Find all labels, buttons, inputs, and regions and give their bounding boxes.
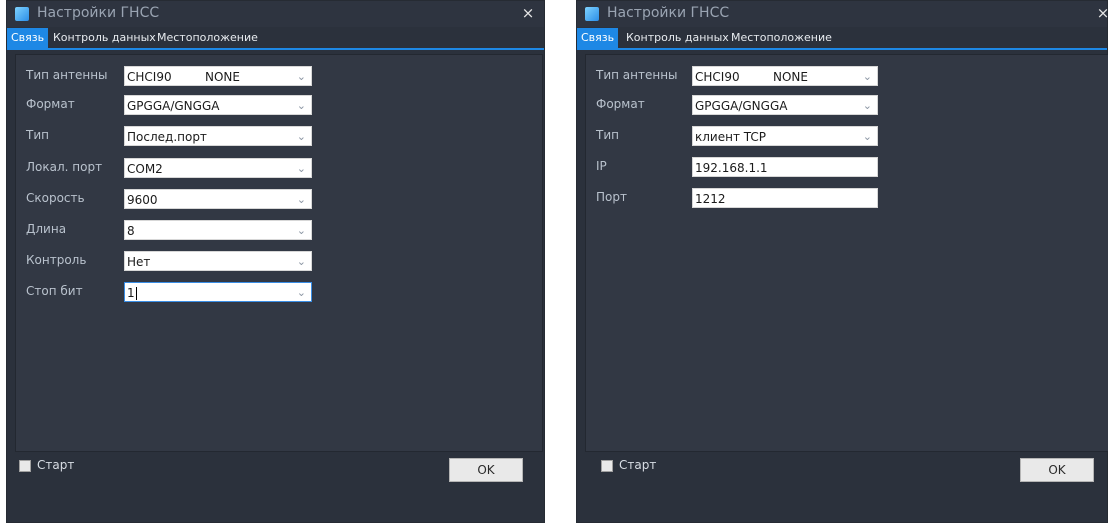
gnss-settings-window-serial: Настройки ГНСС × Связь Контроль данных М… xyxy=(6,0,545,523)
local-port-select[interactable]: COM2 ⌄ xyxy=(124,158,312,178)
settings-panel: Тип антенны CHCI90 NONE ⌄ Формат GPGGA/G… xyxy=(585,54,1108,452)
chevron-down-icon: ⌄ xyxy=(862,130,872,143)
stop-bits-value: 1 xyxy=(127,286,135,300)
format-value: GPGGA/GNGGA xyxy=(127,99,220,113)
antenna-type-value: CHCI90 xyxy=(127,70,172,84)
settings-panel: Тип антенны CHCI90 NONE ⌄ Формат GPGGA/G… xyxy=(15,54,543,452)
format-select[interactable]: GPGGA/GNGGA ⌄ xyxy=(124,95,312,115)
format-label: Формат xyxy=(596,97,645,111)
type-value: Послед.порт xyxy=(127,130,207,144)
tab-connection[interactable]: Связь xyxy=(577,28,619,48)
tab-data-control[interactable]: Контроль данных xyxy=(622,28,733,48)
antenna-type-select[interactable]: CHCI90 NONE ⌄ xyxy=(124,66,312,86)
title-bar[interactable]: Настройки ГНСС × xyxy=(7,1,544,27)
app-icon xyxy=(15,7,29,21)
gnss-settings-window-tcp: Настройки ГНСС × Связь Контроль данных М… xyxy=(576,0,1108,523)
window-title: Настройки ГНСС xyxy=(37,5,160,21)
baud-rate-select[interactable]: 9600 ⌄ xyxy=(124,189,312,209)
ip-label: IP xyxy=(596,159,607,173)
tab-location[interactable]: Местоположение xyxy=(153,28,262,48)
format-label: Формат xyxy=(26,97,75,111)
title-bar[interactable]: Настройки ГНСС × xyxy=(577,1,1108,27)
tab-data-control[interactable]: Контроль данных xyxy=(49,28,160,48)
baud-rate-label: Скорость xyxy=(26,191,85,205)
data-length-label: Длина xyxy=(26,222,67,236)
type-select[interactable]: клиент TCP ⌄ xyxy=(692,126,878,146)
type-label: Тип xyxy=(596,128,619,142)
tab-connection[interactable]: Связь xyxy=(7,28,49,48)
baud-rate-value: 9600 xyxy=(127,193,158,207)
start-label: Старт xyxy=(37,458,75,472)
antenna-type-label: Тип антенны xyxy=(596,68,678,82)
type-label: Тип xyxy=(26,128,49,142)
antenna-type-extra: NONE xyxy=(205,70,240,84)
ok-button[interactable]: OK xyxy=(449,458,523,482)
chevron-down-icon: ⌄ xyxy=(296,162,306,175)
start-label: Старт xyxy=(619,458,657,472)
text-caret xyxy=(135,287,137,300)
close-button[interactable]: × xyxy=(518,3,538,23)
chevron-down-icon: ⌄ xyxy=(862,70,872,83)
chevron-down-icon: ⌄ xyxy=(296,286,306,299)
app-icon xyxy=(585,7,599,21)
antenna-type-value: CHCI90 xyxy=(695,70,740,84)
parity-value: Нет xyxy=(127,255,151,269)
chevron-down-icon: ⌄ xyxy=(296,70,306,83)
type-select[interactable]: Послед.порт ⌄ xyxy=(124,126,312,146)
tab-bar: Связь Контроль данных Местоположение xyxy=(577,28,1107,50)
ip-value: 192.168.1.1 xyxy=(695,161,768,175)
window-title: Настройки ГНСС xyxy=(607,5,730,21)
chevron-down-icon: ⌄ xyxy=(296,193,306,206)
chevron-down-icon: ⌄ xyxy=(296,99,306,112)
port-label: Порт xyxy=(596,190,627,204)
local-port-label: Локал. порт xyxy=(26,160,103,174)
tab-location[interactable]: Местоположение xyxy=(727,28,836,48)
port-value: 1212 xyxy=(695,192,726,206)
parity-select[interactable]: Нет ⌄ xyxy=(124,251,312,271)
data-length-select[interactable]: 8 ⌄ xyxy=(124,220,312,240)
antenna-type-select[interactable]: CHCI90 NONE ⌄ xyxy=(692,66,878,86)
ok-button[interactable]: OK xyxy=(1020,458,1094,482)
type-value: клиент TCP xyxy=(695,130,766,144)
port-input[interactable]: 1212 xyxy=(692,188,878,208)
ip-input[interactable]: 192.168.1.1 xyxy=(692,157,878,177)
antenna-type-label: Тип антенны xyxy=(26,68,108,82)
stop-bits-label: Стоп бит xyxy=(26,284,83,298)
start-checkbox[interactable] xyxy=(601,460,613,472)
tab-bar: Связь Контроль данных Местоположение xyxy=(7,28,544,50)
chevron-down-icon: ⌄ xyxy=(296,224,306,237)
chevron-down-icon: ⌄ xyxy=(296,255,306,268)
format-value: GPGGA/GNGGA xyxy=(695,99,788,113)
start-checkbox[interactable] xyxy=(19,460,31,472)
format-select[interactable]: GPGGA/GNGGA ⌄ xyxy=(692,95,878,115)
parity-label: Контроль xyxy=(26,253,87,267)
antenna-type-extra: NONE xyxy=(773,70,808,84)
close-button[interactable]: × xyxy=(1093,3,1108,23)
stop-bits-select[interactable]: 1 ⌄ xyxy=(124,282,312,302)
local-port-value: COM2 xyxy=(127,162,163,176)
data-length-value: 8 xyxy=(127,224,135,238)
chevron-down-icon: ⌄ xyxy=(296,130,306,143)
chevron-down-icon: ⌄ xyxy=(862,99,872,112)
